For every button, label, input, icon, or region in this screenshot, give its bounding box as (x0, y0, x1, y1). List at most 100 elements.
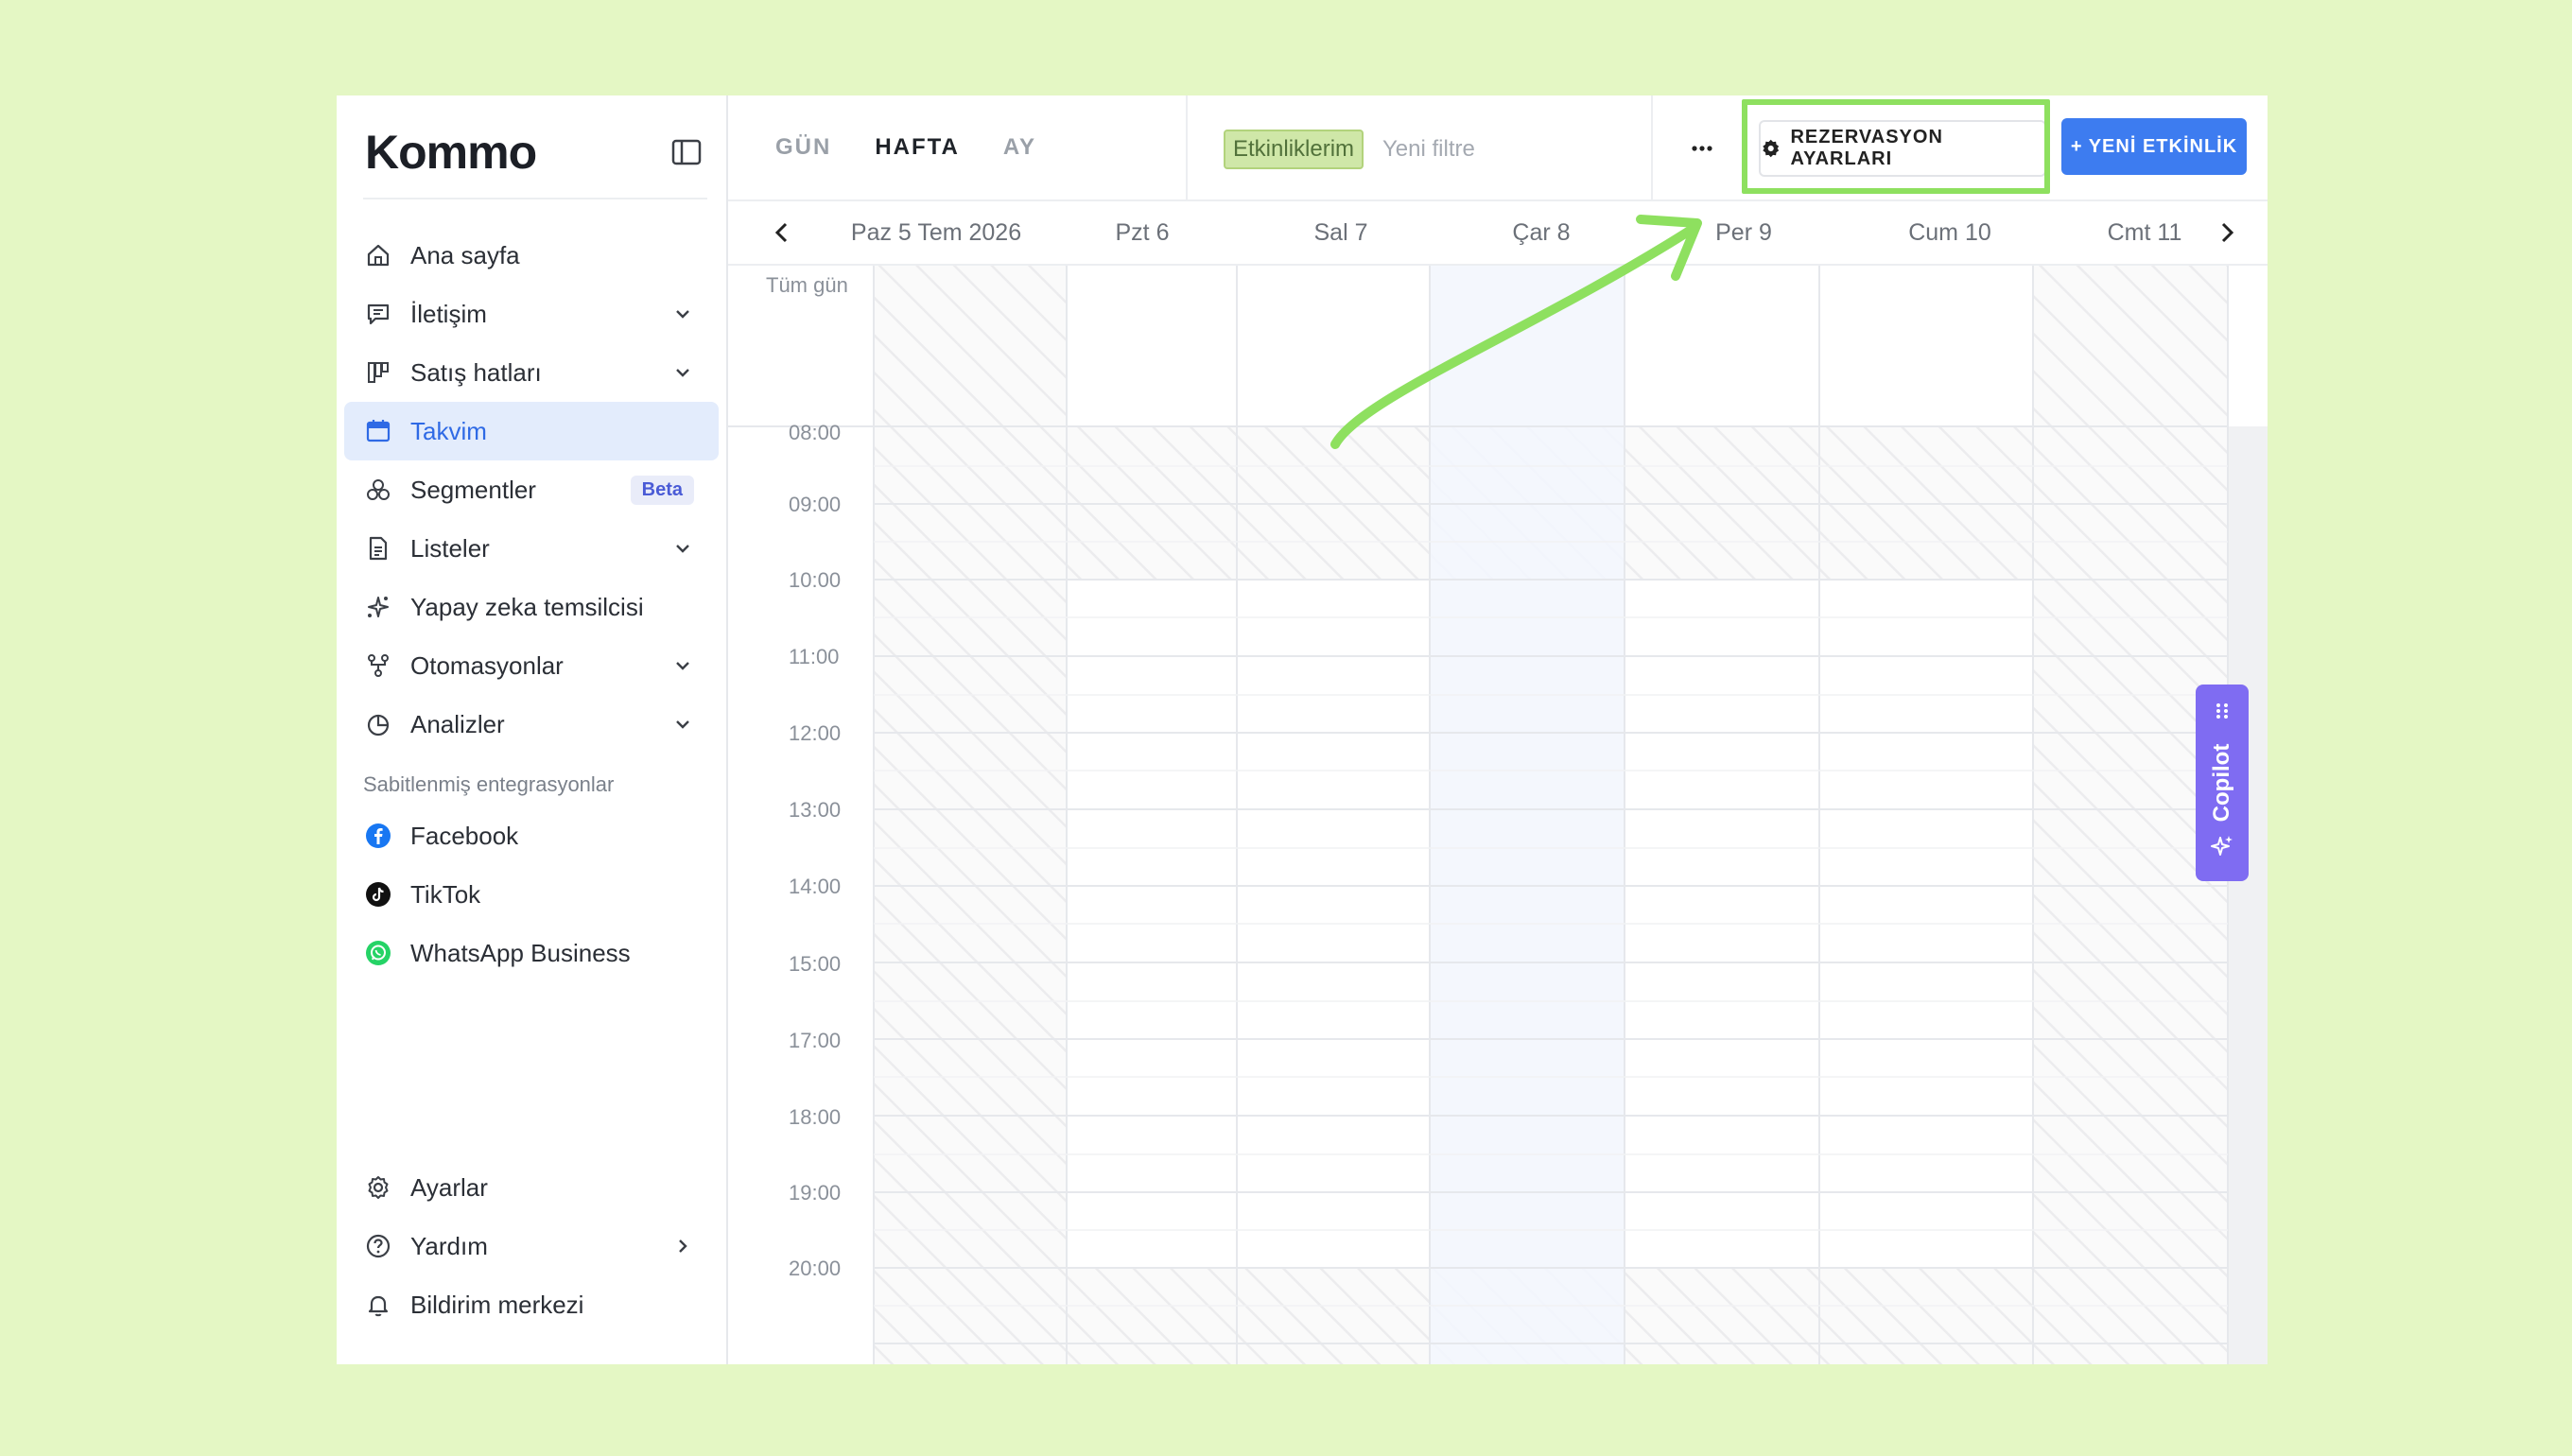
hour-label: 20:00 (789, 1257, 842, 1280)
sidebar-item-ai-agent[interactable]: Yapay zeka temsilcisi (344, 578, 719, 636)
app-window: Kommo Ana sayfa İletişim Satış hatları T… (337, 95, 2268, 1364)
hour-label: 14:00 (789, 875, 842, 898)
whatsapp-icon (366, 941, 391, 965)
kommo-logo: Kommo (365, 126, 537, 179)
tab-month[interactable]: AY (1003, 134, 1036, 161)
week-grid[interactable]: Tüm gün 08:00 09:00 10:00 11:00 12:00 13… (728, 266, 2268, 1364)
sidebar-item-automations[interactable]: Otomasyonlar (344, 636, 719, 695)
sidebar-item-analytics[interactable]: Analizler (344, 695, 719, 754)
sidebar-nav: Ana sayfa İletişim Satış hatları Takvim … (344, 226, 719, 754)
day-header-tue[interactable]: Sal 7 (1265, 201, 1416, 264)
sidebar-item-whatsapp[interactable]: WhatsApp Business (344, 924, 719, 982)
chevron-down-icon[interactable] (671, 654, 694, 677)
calendar-toolbar: GÜN HAFTA AY Etkinliklerim Yeni filtre R… (728, 95, 2268, 201)
sidebar-item-home[interactable]: Ana sayfa (344, 226, 719, 285)
sidebar-item-pipelines[interactable]: Satış hatları (344, 343, 719, 402)
day-header-sun[interactable]: Paz 5 Tem 2026 (832, 201, 1040, 264)
new-event-button[interactable]: + YENİ ETKİNLİK (2061, 118, 2247, 175)
sidebar-item-label: Bildirim merkezi (410, 1291, 584, 1319)
chevron-down-icon[interactable] (671, 303, 694, 325)
copilot-label: Copilot (2209, 743, 2234, 823)
sidebar-item-label: TikTok (410, 880, 481, 909)
sidebar-collapse-icon[interactable] (668, 133, 705, 171)
sidebar-item-label: Facebook (410, 822, 519, 850)
highlight-box (1742, 99, 2050, 194)
sidebar-item-label: WhatsApp Business (410, 939, 631, 967)
sidebar-bottom-nav: Ayarlar Yardım Bildirim merkezi (344, 1158, 719, 1334)
chevron-right-icon[interactable] (2213, 218, 2241, 247)
all-day-label: Tüm gün (766, 273, 848, 297)
pipeline-icon (368, 362, 389, 383)
chevron-down-icon[interactable] (671, 537, 694, 560)
sidebar-item-label: Takvim (410, 417, 487, 445)
tab-day[interactable]: GÜN (775, 134, 831, 161)
settings-icon (368, 1176, 389, 1199)
more-options-icon[interactable] (1683, 130, 1721, 167)
day-header-fri[interactable]: Cum 10 (1865, 201, 2035, 264)
pinned-integrations-title: Sabitlenmiş entegrasyonlar (363, 772, 615, 796)
chevron-right-icon[interactable] (671, 1235, 694, 1257)
new-filter-input[interactable]: Yeni filtre (1382, 130, 1475, 169)
chat-icon (367, 303, 390, 325)
tiktok-icon (366, 882, 391, 907)
hour-label: 13:00 (789, 798, 842, 822)
chevron-down-icon[interactable] (671, 361, 694, 384)
logo-row: Kommo (365, 124, 705, 181)
sidebar-item-help[interactable]: Yardım (344, 1217, 719, 1275)
hour-label: 11:00 (789, 645, 840, 668)
beta-badge: Beta (630, 476, 694, 505)
home-icon (367, 244, 390, 267)
view-tabs: GÜN HAFTA AY (775, 95, 1036, 199)
analytics-icon (367, 714, 390, 737)
sidebar-item-label: Yapay zeka temsilcisi (410, 593, 644, 621)
day-header-thu[interactable]: Per 9 (1668, 201, 1819, 264)
hour-label: 10:00 (789, 568, 842, 592)
week-grid-lines (728, 266, 2268, 1364)
tab-week[interactable]: HAFTA (875, 134, 960, 161)
sidebar-item-label: İletişim (410, 300, 487, 328)
sidebar-item-label: Listeler (410, 534, 490, 563)
hour-label: 17:00 (789, 1029, 842, 1052)
my-events-filter-chip[interactable]: Etkinliklerim (1224, 130, 1364, 169)
sidebar-item-tiktok[interactable]: TikTok (344, 865, 719, 924)
sidebar-item-settings[interactable]: Ayarlar (344, 1158, 719, 1217)
toolbar-divider (1186, 95, 1188, 199)
chevron-left-icon[interactable] (768, 218, 796, 247)
segments-icon (367, 479, 390, 500)
calendar-main: GÜN HAFTA AY Etkinliklerim Yeni filtre R… (728, 95, 2268, 1364)
help-icon (366, 1234, 391, 1258)
sidebar-item-label: Ayarlar (410, 1173, 488, 1202)
sidebar-item-communication[interactable]: İletişim (344, 285, 719, 343)
day-header-bar: Paz 5 Tem 2026 Pzt 6 Sal 7 Çar 8 Per 9 C… (728, 201, 2268, 266)
sidebar-item-calendar[interactable]: Takvim (344, 402, 719, 460)
sidebar-item-label: Satış hatları (410, 358, 542, 387)
hour-label: 08:00 (789, 421, 842, 444)
day-header-wed[interactable]: Çar 8 (1466, 201, 1617, 264)
day-header-sat[interactable]: Cmt 11 (2069, 201, 2220, 264)
drag-handle-icon[interactable] (2213, 702, 2232, 720)
calendar-icon (366, 420, 391, 442)
automation-icon (368, 654, 389, 677)
sidebar-item-label: Yardım (410, 1232, 488, 1260)
sidebar-item-facebook[interactable]: Facebook (344, 806, 719, 865)
day-header-mon[interactable]: Pzt 6 (1067, 201, 1218, 264)
hour-label: 15:00 (789, 952, 842, 976)
sparkle-icon (368, 597, 389, 617)
sidebar-item-notifications[interactable]: Bildirim merkezi (344, 1275, 719, 1334)
sidebar-divider (363, 198, 707, 199)
facebook-icon (366, 823, 391, 848)
list-icon (369, 536, 388, 561)
toolbar-divider (1651, 95, 1653, 199)
chevron-down-icon[interactable] (671, 713, 694, 736)
copilot-tab[interactable]: Copilot (2196, 685, 2249, 881)
sidebar: Kommo Ana sayfa İletişim Satış hatları T… (337, 95, 728, 1364)
hour-label: 19:00 (789, 1181, 842, 1205)
hour-label: 18:00 (789, 1105, 842, 1129)
sidebar-item-lists[interactable]: Listeler (344, 519, 719, 578)
sidebar-item-label: Otomasyonlar (410, 651, 564, 680)
sidebar-item-segments[interactable]: Segmentler Beta (344, 460, 719, 519)
hour-label: 09:00 (789, 493, 842, 516)
bell-icon (368, 1295, 389, 1317)
sidebar-item-label: Ana sayfa (410, 241, 520, 269)
hour-label: 12:00 (789, 721, 842, 745)
